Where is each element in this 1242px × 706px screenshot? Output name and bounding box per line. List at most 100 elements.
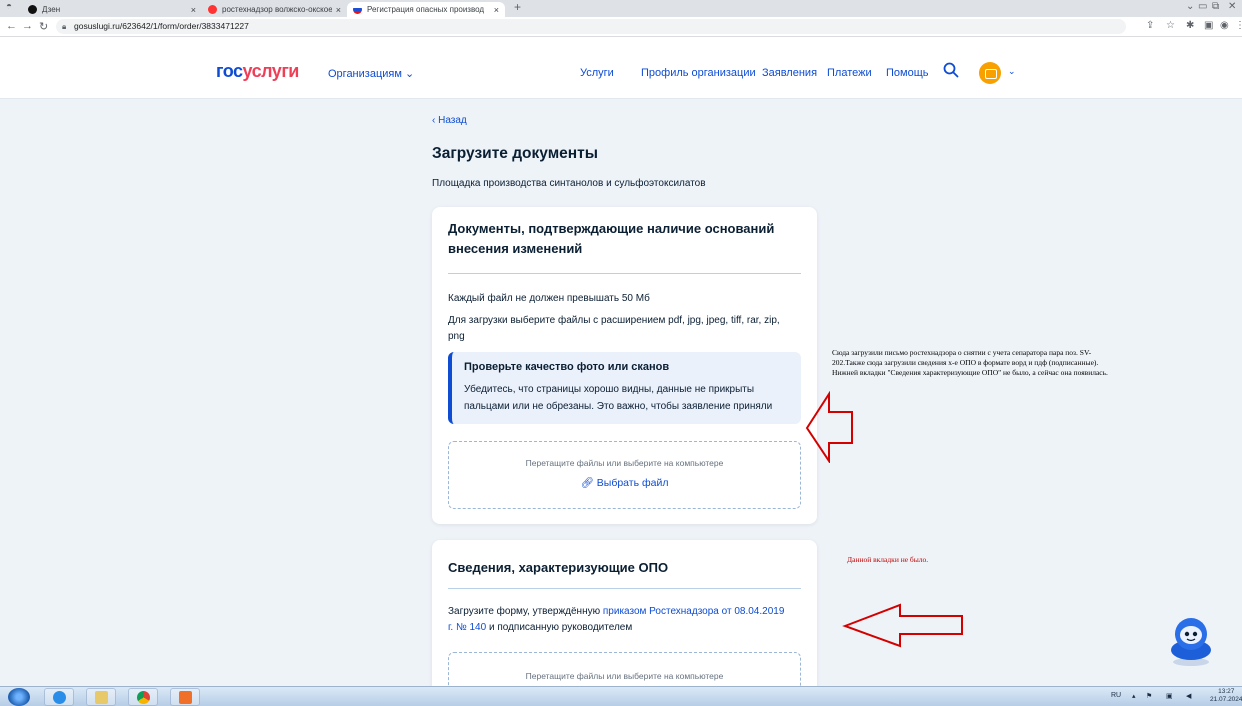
russia-flag-favicon-icon [353, 5, 362, 14]
nav-services[interactable]: Услуги [580, 67, 614, 79]
browser-menu-icon[interactable]: ⋮ [1235, 20, 1242, 31]
tab-search-icon[interactable]: ◓ [6, 1, 12, 12]
chrome-icon [137, 691, 150, 704]
chevron-down-icon[interactable]: ⌄ [1008, 66, 1016, 77]
url-field[interactable]: 🔒︎ gosuslugi.ru/623642/1/form/order/3833… [56, 19, 1126, 34]
address-bar: ← → ↻ 🔒︎ gosuslugi.ru/623642/1/form/orde… [0, 17, 1242, 37]
share-icon[interactable]: ⇪ [1146, 20, 1154, 31]
new-tab-button[interactable]: + [514, 0, 521, 14]
text-line: Для загрузки выберите файлы с расширение… [448, 315, 780, 326]
tray-show-hidden-icon[interactable]: ▴ [1132, 692, 1136, 700]
folder-icon [95, 691, 108, 704]
extensions-puzzle-icon[interactable]: ✱ [1186, 20, 1194, 31]
nav-applications[interactable]: Заявления [762, 67, 817, 79]
taskbar-app[interactable] [170, 688, 200, 706]
scan-quality-notice: Проверьте качество фото или сканов Убеди… [448, 352, 801, 424]
language-indicator[interactable]: RU [1111, 692, 1121, 699]
orange-app-icon [179, 691, 192, 704]
text-fragment: Загрузите форму, утверждённую [448, 606, 603, 617]
notice-title: Проверьте качество фото или сканов [464, 361, 670, 373]
annotation-note: Сюда загрузили письмо ростехнадзора о сн… [832, 348, 1182, 378]
taskbar-ie[interactable] [44, 688, 74, 706]
annotation-arrow-left-up [805, 391, 853, 463]
annotation-line: Сюда загрузили письмо ростехнадзора о сн… [832, 348, 1092, 357]
lock-icon: 🔒︎ [62, 22, 67, 31]
tab-title: Регистрация опасных производ [367, 5, 485, 14]
text-line: пальцами или не обрезаны. Это важно, что… [464, 401, 773, 412]
nav-org-profile[interactable]: Профиль организации [641, 67, 756, 79]
tab-list-chevron-icon[interactable]: ⌄ [1186, 1, 1194, 12]
side-panel-icon[interactable]: ▣ [1204, 20, 1213, 31]
clock-time: 13:27 [1218, 688, 1235, 695]
clock-date: 21.07.2024 [1210, 696, 1242, 703]
close-window-icon[interactable]: ✕ [1228, 1, 1236, 12]
tray-volume-icon[interactable]: ◀ [1186, 692, 1191, 700]
taskbar-explorer[interactable] [86, 688, 116, 706]
file-size-limit-text: Каждый файл не должен превышать 50 Мб [448, 293, 650, 304]
page-title: Загрузите документы [432, 145, 598, 162]
forward-arrow-icon[interactable]: → [22, 20, 33, 32]
close-tab-icon[interactable]: × [494, 5, 499, 15]
tray-clock[interactable]: 13:27 21.07.2024 [1210, 688, 1242, 704]
paperclip-icon: 🔗︎ [580, 477, 594, 489]
tab-title: Дзен [42, 5, 61, 14]
tray-network-icon[interactable]: ▣ [1166, 692, 1173, 700]
bookmark-star-icon[interactable]: ☆ [1166, 20, 1175, 31]
annotation-note-red: Данной вкладки не было. [847, 555, 929, 564]
choose-file-button[interactable]: 🔗︎ Выбрать файл [449, 476, 800, 489]
logo-part-uslugi: услуги [242, 61, 300, 81]
taskbar-chrome[interactable] [128, 688, 158, 706]
tab-title: ростехнадзор волжско-окское [222, 5, 332, 14]
nav-payments[interactable]: Платежи [827, 67, 872, 79]
start-button[interactable] [8, 688, 30, 706]
allowed-extensions-text: Для загрузки выберите файлы с расширение… [448, 313, 798, 345]
browser-tab-search[interactable]: ростехнадзор волжско-окское × [202, 2, 347, 17]
notice-text: Убедитесь, что страницы хорошо видны, да… [464, 381, 799, 415]
assistant-robot-icon[interactable] [1166, 610, 1216, 668]
text-line: Убедитесь, что страницы хорошо видны, да… [464, 384, 755, 395]
form-requirement-text: Загрузите форму, утверждённую приказом Р… [448, 604, 798, 636]
organizations-menu[interactable]: Организациям ⌄ [328, 67, 414, 80]
opo-info-card: Сведения, характеризующие ОПО Загрузите … [432, 540, 817, 686]
drop-hint: Перетащите файлы или выберите на компьют… [525, 671, 724, 681]
back-link[interactable]: ‹ Назад [432, 115, 467, 126]
browser-tab-dzen[interactable]: Дзен × [22, 2, 202, 17]
choose-file-label: Выбрать файл [596, 477, 669, 489]
gosuslugi-logo[interactable]: госуслуги [216, 61, 299, 82]
tray-flag-icon[interactable]: ⚑ [1146, 692, 1152, 700]
card-title-line: внесения изменений [448, 241, 583, 256]
page-subtitle: Площадка производства синтанолов и сульф… [432, 178, 706, 189]
documents-upload-card: Документы, подтверждающие наличие основа… [432, 207, 817, 524]
browser-tab-gosuslugi[interactable]: Регистрация опасных производ × [347, 2, 505, 17]
order-link[interactable]: приказом Ростехнадзора от 08.04.2019 [603, 606, 785, 617]
minimize-window-icon[interactable]: ▭ [1198, 1, 1207, 12]
text-line: png [448, 331, 465, 342]
windows-taskbar: RU ▴ ⚑ ▣ ◀ 13:27 21.07.2024 [0, 686, 1242, 706]
order-link[interactable]: г. № 140 [448, 622, 486, 633]
reload-icon[interactable]: ↻ [39, 20, 48, 33]
close-tab-icon[interactable]: × [336, 5, 341, 15]
close-tab-icon[interactable]: × [191, 5, 196, 15]
site-header: госуслуги Организациям ⌄ Услуги Профиль … [0, 37, 1242, 99]
dzen-favicon-icon [28, 5, 37, 14]
divider [448, 588, 801, 589]
browser-tab-bar: ◓ Дзен × ростехнадзор волжско-окское × Р… [0, 0, 1242, 17]
card-title-line: Документы, подтверждающие наличие основа… [448, 221, 775, 236]
back-arrow-icon[interactable]: ← [6, 20, 17, 32]
drop-hint: Перетащите файлы или выберите на компьют… [525, 458, 724, 468]
profile-icon[interactable]: ◉ [1220, 20, 1229, 31]
logo-part-gos: гос [216, 61, 243, 81]
annotation-line: Нижней вкладки "Сведения характеризующие… [832, 368, 1108, 377]
nav-help[interactable]: Помощь [886, 67, 929, 79]
text-fragment: и подписанную руководителем [486, 622, 633, 633]
annotation-arrow-left-down [842, 603, 963, 648]
search-icon[interactable] [943, 62, 959, 78]
card-title: Документы, подтверждающие наличие основа… [448, 219, 788, 259]
file-drop-zone[interactable]: Перетащите файлы или выберите на компьют… [448, 652, 801, 686]
card-title: Сведения, характеризующие ОПО [448, 560, 669, 575]
web-page: госуслуги Организациям ⌄ Услуги Профиль … [0, 37, 1242, 686]
file-drop-zone[interactable]: Перетащите файлы или выберите на компьют… [448, 441, 801, 509]
yandex-favicon-icon [208, 5, 217, 14]
organization-avatar-icon[interactable] [979, 62, 1001, 84]
restore-window-icon[interactable]: ⧉ [1212, 1, 1219, 12]
